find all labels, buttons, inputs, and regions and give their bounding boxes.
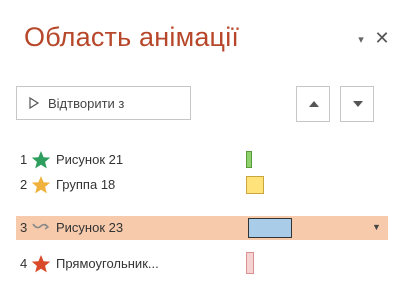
motion-path-icon [32,223,50,230]
star-icon [31,151,51,169]
animation-order-number: 4 [20,256,28,271]
move-earlier-button[interactable] [296,86,330,122]
play-from-button[interactable]: Відтворити з [16,86,191,120]
animation-target-label: Группа 18 [56,177,116,192]
animation-order-number: 2 [20,177,28,192]
close-icon[interactable]: ✕ [372,28,392,48]
animation-item-4[interactable]: 4 Прямоугольник... [16,252,388,276]
animation-item-1[interactable]: 1 Рисунок 21 [16,148,388,172]
timing-bar[interactable] [246,252,254,274]
pane-options-icon[interactable]: ▾ [354,33,368,47]
animation-item-2[interactable]: 2 Группа 18 [16,173,388,197]
timing-bar[interactable] [246,176,264,194]
animation-target-label: Рисунок 23 [56,220,124,235]
row-dropdown-icon[interactable]: ▼ [372,222,381,232]
star-icon [31,176,51,194]
triangle-down-icon [353,101,363,107]
triangle-up-icon [309,101,319,107]
timing-bar[interactable] [246,151,252,168]
animation-item-3[interactable]: 3 Рисунок 23 ▼ [16,216,388,240]
animation-target-label: Рисунок 21 [56,152,124,167]
animation-order-number: 1 [20,152,28,167]
play-from-label: Відтворити з [48,96,125,111]
animation-target-label: Прямоугольник... [56,256,159,271]
animation-pane: Область анімації ▾ ✕ Відтворити з 1 Рису… [0,0,396,287]
move-later-button[interactable] [340,86,374,122]
animation-order-number: 3 [20,220,28,235]
play-icon [29,96,40,110]
star-icon [31,255,51,273]
pane-title: Область анімації [24,22,240,52]
timing-bar[interactable] [248,218,292,238]
